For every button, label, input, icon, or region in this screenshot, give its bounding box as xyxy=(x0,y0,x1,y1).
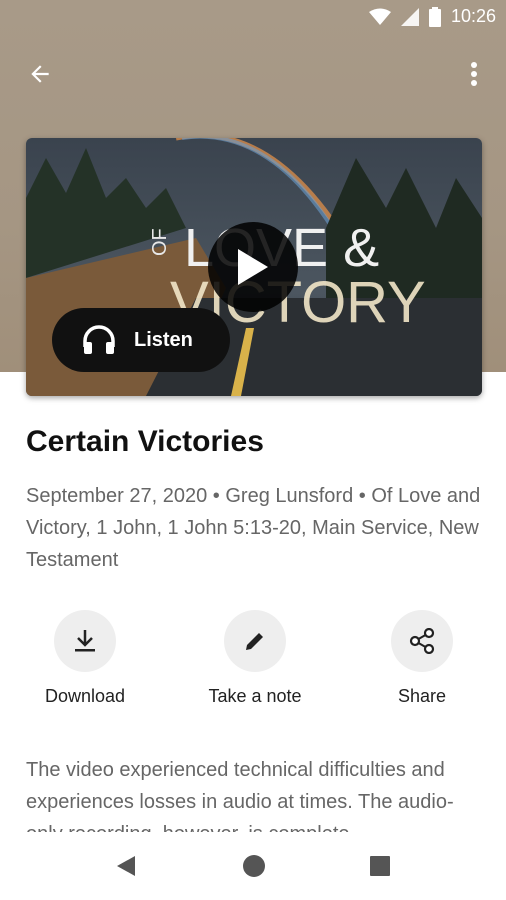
arrow-left-icon xyxy=(31,65,49,83)
nav-back-button[interactable] xyxy=(112,852,140,880)
status-bar: 10:26 xyxy=(0,0,506,36)
back-triangle-icon xyxy=(117,856,135,876)
take-a-note-button[interactable]: Take a note xyxy=(195,610,315,707)
take-a-note-label: Take a note xyxy=(208,686,302,706)
sermon-description: The video experienced technical difficul… xyxy=(26,759,454,834)
recents-square-icon xyxy=(370,856,390,876)
download-label: Download xyxy=(44,686,126,706)
listen-button[interactable]: Listen xyxy=(52,308,230,372)
download-icon xyxy=(75,630,95,652)
home-circle-icon xyxy=(243,855,265,877)
more-options-button[interactable] xyxy=(454,54,494,94)
more-vertical-icon xyxy=(471,62,477,86)
status-time: 10:26 xyxy=(450,6,496,26)
download-button[interactable]: Download xyxy=(40,610,130,707)
play-icon xyxy=(238,249,268,285)
share-icon xyxy=(409,628,435,654)
nav-recents-button[interactable] xyxy=(366,852,394,880)
wifi-icon xyxy=(368,8,391,25)
system-nav-bar xyxy=(0,832,506,900)
play-button[interactable] xyxy=(208,222,298,312)
action-row: Download Take a note Share xyxy=(0,610,506,710)
sermon-meta: September 27, 2020 • Greg Lunsford • Of … xyxy=(26,485,481,571)
headphones-icon xyxy=(83,325,115,354)
pencil-icon xyxy=(246,633,263,650)
share-button[interactable]: Share xyxy=(382,610,462,707)
nav-home-button[interactable] xyxy=(240,852,268,880)
sermon-title: Certain Victories xyxy=(26,425,264,458)
battery-icon xyxy=(428,6,441,27)
share-label: Share xyxy=(397,686,447,706)
toolbar xyxy=(0,50,506,98)
signal-icon xyxy=(400,7,419,26)
back-button[interactable] xyxy=(20,54,60,94)
artwork-title-line-1: OF xyxy=(149,228,171,256)
listen-label: Listen xyxy=(134,328,193,351)
